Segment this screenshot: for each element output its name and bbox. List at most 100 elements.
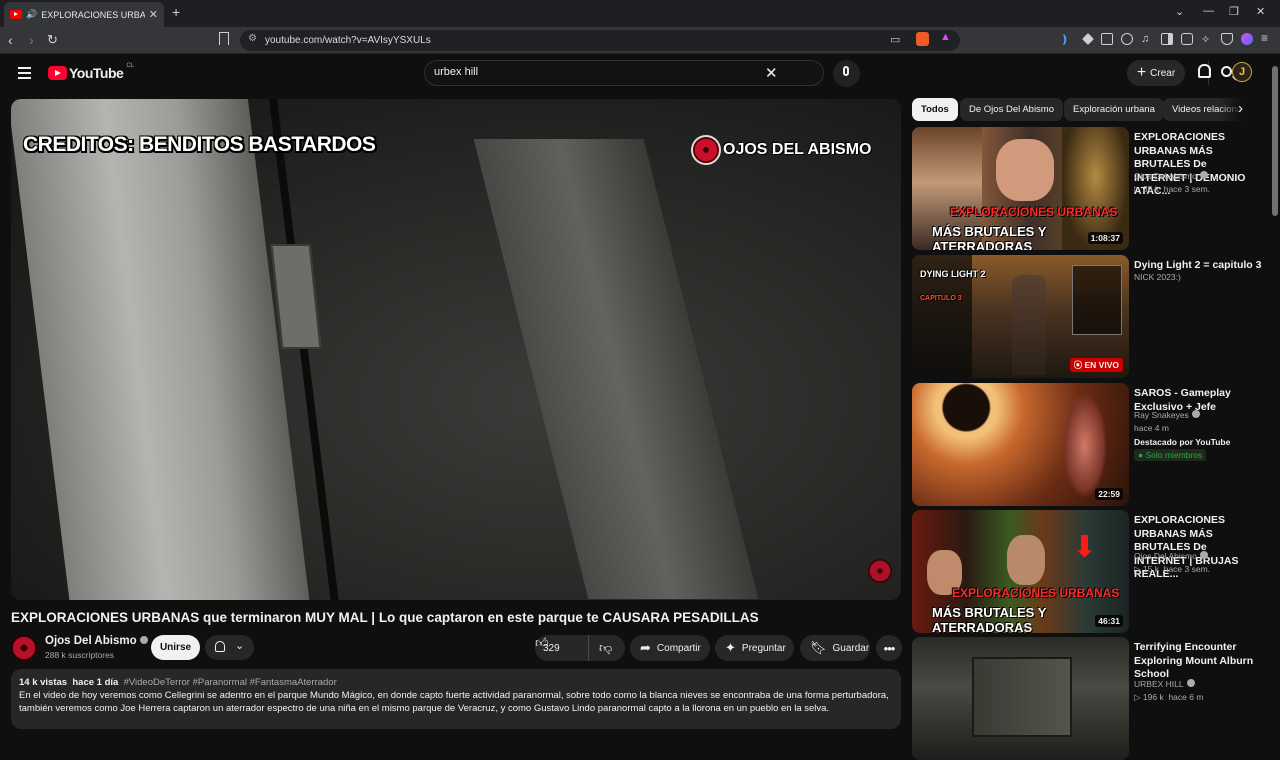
thumbnail-line-1: EXPLORACIONES URBANAS (950, 205, 1118, 219)
hashtags[interactable]: #VideoDeTerror #Paranormal #FantasmaAter… (124, 677, 337, 688)
recommendation-channel[interactable]: URBEX HILL (1134, 679, 1195, 689)
watermark-channel-text: OJOS DEL ABISMO (723, 141, 872, 158)
bookmark-icon[interactable] (219, 32, 229, 45)
subscription-notifications-button[interactable]: ⌄ (205, 635, 254, 660)
minimize-icon[interactable]: — (1203, 5, 1214, 17)
save-button[interactable]: 🔖︎ Guardar (800, 635, 870, 661)
verified-icon (1191, 410, 1200, 418)
close-window-icon[interactable]: ✕ (1256, 5, 1265, 18)
channel-avatar[interactable] (11, 635, 37, 661)
filter-chips: Todos De Ojos Del Abismo Exploración urb… (912, 98, 1252, 121)
recommendation-channel[interactable]: Ojos Del Abismo (1134, 551, 1208, 561)
create-label: Crear (1150, 67, 1176, 79)
speaker-icon[interactable]: 🔊 (26, 9, 37, 20)
scrollbar-thumb[interactable] (1272, 66, 1278, 216)
recommendation-item[interactable]: ⬇ EXPLORACIONES URBANAS MÁS BRUTALES Y A… (912, 510, 1262, 633)
guide-menu-icon[interactable] (18, 67, 31, 79)
view-count: 14 k vistas (19, 677, 68, 688)
thumbnail-room (972, 657, 1072, 737)
extension-wave-icon[interactable]: ❫ (1060, 33, 1072, 46)
recommendation-item[interactable]: DYING LIGHT 2 CAPITULO 3 ⦿ EN VIVO Dying… (912, 255, 1262, 378)
youtube-header: YouTube CL ✕ + Crear J (0, 54, 1270, 94)
media-icon[interactable]: ♫ (1141, 33, 1153, 45)
recommendation-title[interactable]: Terrifying Encounter Exploring Mount Alb… (1134, 641, 1262, 682)
thumbnail-character (1012, 275, 1046, 375)
more-icon: ••• (883, 640, 896, 656)
wallet-icon[interactable] (1181, 33, 1193, 45)
chip-urban-exploration[interactable]: Exploración urbana (1064, 98, 1164, 121)
recommendation-channel[interactable]: Ojos Del Abismo (1134, 171, 1208, 181)
page-scrollbar[interactable] (1270, 54, 1280, 720)
thumbnail-line-1: EXPLORACIONES URBANAS (952, 586, 1120, 600)
recommendation-thumbnail[interactable]: EXPLORACIONES URBANAS MÁS BRUTALES Y ATE… (912, 127, 1129, 250)
sparkle-icon: ✦ (725, 640, 736, 655)
verified-icon (1199, 171, 1208, 179)
description-line-1: En el video de hoy veremos como Cellegri… (19, 690, 889, 701)
recommendation-thumbnail[interactable]: DYING LIGHT 2 CAPITULO 3 ⦿ EN VIVO (912, 255, 1129, 378)
video-frame-hinge (270, 244, 322, 349)
search-input[interactable] (434, 66, 754, 78)
site-info-icon[interactable]: ⚙ (248, 33, 257, 44)
channel-watermark-button[interactable] (868, 559, 892, 583)
sidebar-icon[interactable] (1161, 33, 1173, 45)
thumbnail-arrow-icon: ⬇ (1072, 531, 1098, 564)
chip-channel[interactable]: De Ojos Del Abismo (960, 98, 1064, 121)
menu-icon[interactable]: ≡ (1261, 31, 1273, 45)
vpn-shield-icon[interactable] (1221, 33, 1233, 45)
video-player[interactable]: CREDITOS: BENDITOS BASTARDOS OJOS DEL AB… (11, 99, 901, 600)
video-title: EXPLORACIONES URBANAS que terminaron MUY… (11, 610, 759, 625)
description-box[interactable]: 14 k vistas hace 1 día #VideoDeTerror #P… (11, 669, 901, 729)
recommendation-channel[interactable]: NICK 2023:) (1134, 272, 1181, 282)
brave-rewards-icon[interactable]: ▲ (940, 31, 951, 43)
recommendation-item[interactable]: 22:59 SAROS - Gameplay Exclusivo + Jefe … (912, 383, 1262, 506)
ask-button[interactable]: ✦ Preguntar (715, 635, 794, 661)
address-bar[interactable]: ⚙ youtube.com/watch?v=AVIsyYSXULs ▭ ▲ (240, 30, 960, 51)
verified-icon (1186, 679, 1195, 687)
create-button[interactable]: + Crear (1127, 60, 1185, 86)
verified-icon (139, 636, 148, 644)
maximize-icon[interactable]: ❐ (1229, 5, 1239, 18)
recommendation-thumbnail[interactable]: 22:59 (912, 383, 1129, 506)
more-actions-button[interactable]: ••• (876, 635, 902, 661)
tab-search-icon[interactable]: ⌄ (1175, 5, 1184, 18)
channel-name: Ojos Del Abismo (45, 635, 137, 647)
extension-box-icon[interactable] (1101, 33, 1113, 45)
search-icon (1221, 66, 1232, 77)
recommendation-thumbnail[interactable]: ⬇ EXPLORACIONES URBANAS MÁS BRUTALES Y A… (912, 510, 1129, 633)
thumbnail-line-2: CAPITULO 3 (920, 295, 962, 302)
youtube-play-icon (48, 66, 67, 80)
recommendation-item[interactable]: EXPLORACIONES URBANAS MÁS BRUTALES Y ATE… (912, 127, 1262, 250)
recommendation-meta: ▷ 35 k hace 3 sem. (1134, 184, 1211, 194)
recommendation-meta: ▷ 196 k hace 6 m (1134, 692, 1204, 702)
back-icon[interactable]: ‹ (8, 32, 13, 48)
leo-icon[interactable]: ✧ (1201, 33, 1213, 46)
close-tab-icon[interactable]: ✕ (149, 8, 158, 21)
clear-search-icon[interactable]: ✕ (765, 64, 778, 82)
notifications-bell-icon[interactable] (1198, 64, 1211, 78)
cast-icon[interactable]: ▭ (890, 33, 900, 46)
chip-todos[interactable]: Todos (912, 98, 958, 121)
reload-icon[interactable]: ↻ (47, 32, 58, 48)
recommendation-title[interactable]: Dying Light 2 = capitulo 3 (1134, 259, 1262, 273)
join-button[interactable]: Unirse (151, 635, 200, 660)
share-icon: ➦ (640, 640, 651, 655)
user-avatar[interactable]: J (1232, 62, 1252, 82)
chevron-right-icon[interactable]: › (1238, 100, 1243, 117)
forward-icon[interactable]: › (29, 32, 34, 48)
channel-name-row[interactable]: Ojos Del Abismo (45, 635, 148, 647)
new-tab-button[interactable]: + (172, 4, 180, 20)
brave-shield-icon[interactable] (916, 32, 929, 46)
share-label: Compartir (656, 642, 701, 654)
profile-icon[interactable] (1241, 33, 1253, 45)
watermark-channel: OJOS DEL ABISMO (691, 135, 871, 165)
share-button[interactable]: ➦ Compartir (630, 635, 710, 661)
duration-badge: 46:31 (1095, 615, 1123, 627)
youtube-logo[interactable]: YouTube CL (48, 63, 134, 81)
recommendation-channel[interactable]: Ray Snakeyes (1134, 410, 1200, 420)
extension-puzzle-icon[interactable] (1121, 33, 1133, 45)
browser-tab[interactable]: 🔊 EXPLORACIONES URBANAS q ✕ (4, 2, 164, 27)
like-button[interactable]: 👍︎ 329 (535, 635, 589, 661)
recommendation-thumbnail[interactable] (912, 637, 1129, 760)
recommendation-item[interactable]: Terrifying Encounter Exploring Mount Alb… (912, 637, 1262, 760)
voice-search-button[interactable] (833, 60, 860, 87)
